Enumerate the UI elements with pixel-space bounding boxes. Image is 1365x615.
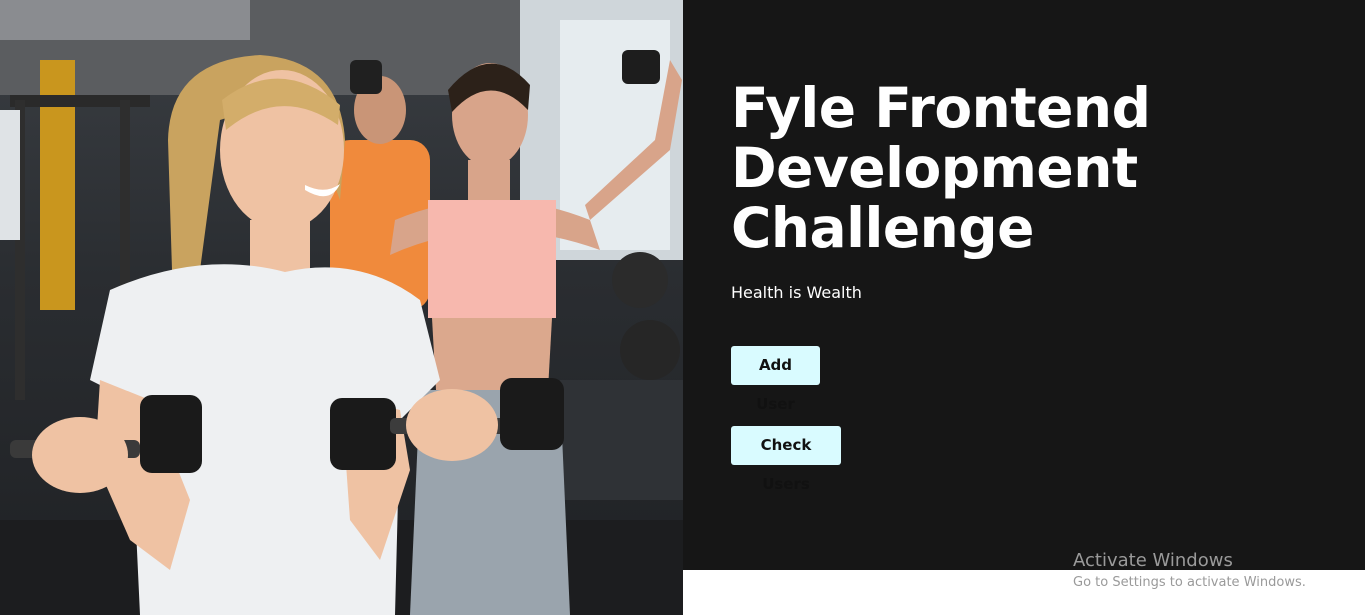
page-bottom-area <box>683 570 1365 615</box>
landing-page: Fyle Frontend Development Challenge Heal… <box>0 0 1365 615</box>
check-users-button[interactable]: Check Users <box>731 426 841 493</box>
tagline: Health is Wealth <box>731 283 862 302</box>
gym-photo-illustration <box>0 0 683 615</box>
hero-image <box>0 0 683 615</box>
page-title: Fyle Frontend Development Challenge <box>731 76 1151 260</box>
hero-content-panel: Fyle Frontend Development Challenge Heal… <box>683 0 1365 570</box>
add-user-button[interactable]: Add User <box>731 346 820 413</box>
